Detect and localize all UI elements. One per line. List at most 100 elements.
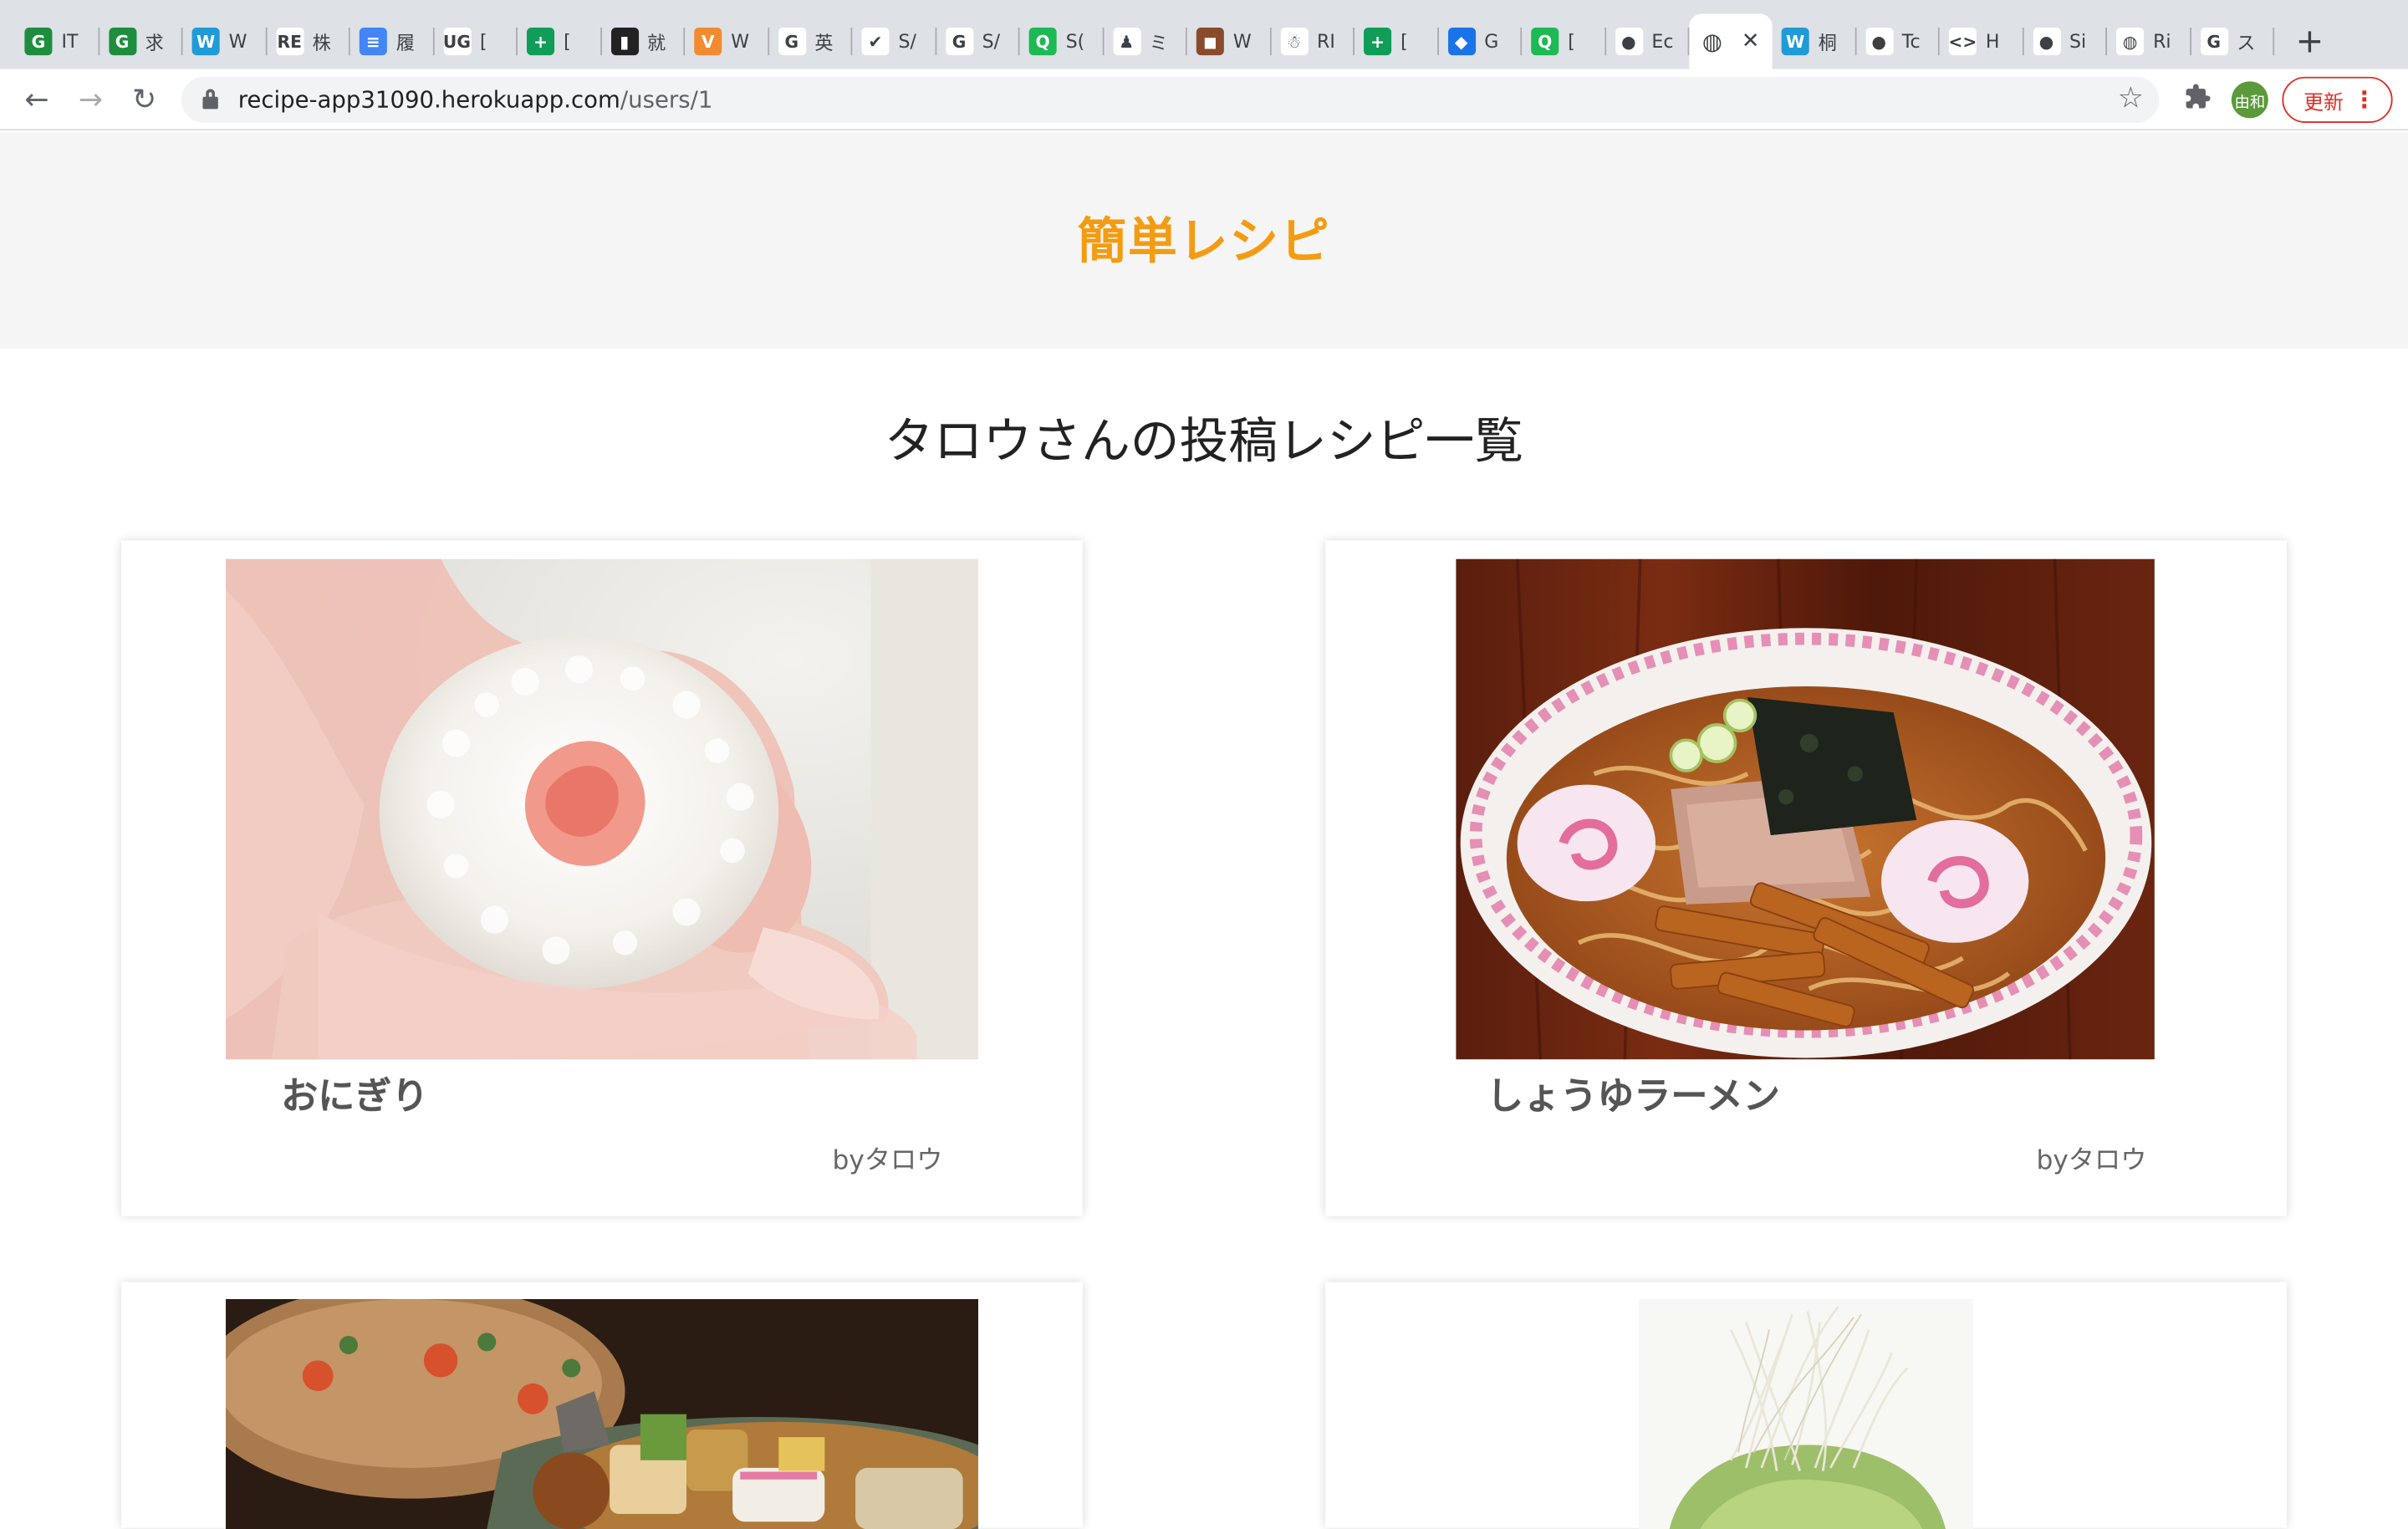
browser-tab[interactable]: ♟ ミ — [1104, 14, 1187, 69]
tab-title: [ — [1400, 30, 1408, 53]
browser-tab[interactable]: ● Si — [2023, 14, 2107, 69]
tab-title: ス — [2237, 31, 2256, 54]
photo-icon: ◼ — [1196, 28, 1224, 56]
browser-tab[interactable]: ● Ec — [1605, 14, 1689, 69]
site-logo[interactable]: 簡単レシピ — [1077, 202, 1330, 273]
green-g-icon: G — [24, 28, 53, 56]
code-icon: <> — [1948, 28, 1977, 56]
browser-tab[interactable]: RE 株 — [267, 14, 350, 69]
re-icon: RE — [275, 28, 304, 56]
browser-tab[interactable]: ◍ Ri — [2107, 14, 2191, 69]
browser-tab[interactable]: WW — [183, 14, 267, 69]
recipe-name[interactable]: しょうゆラーメン — [1487, 1066, 1780, 1119]
tab-title: [ — [1568, 30, 1575, 53]
tab-title: S/ — [898, 30, 916, 53]
tab-title: RI — [1317, 30, 1335, 53]
recipe-author: byタロウ — [2036, 1145, 2147, 1176]
reload-icon[interactable]: ↻ — [123, 79, 166, 121]
browser-tab[interactable]: G求 — [99, 14, 182, 69]
browser-tab-active[interactable]: ◍ ✕ — [1689, 13, 1773, 69]
browser-tab[interactable]: G S/ — [936, 14, 1019, 69]
recipe-name[interactable]: おにぎり — [281, 1066, 428, 1119]
tab-title: Tc — [1901, 30, 1921, 53]
recipe-card[interactable]: しょうゆラーメン byタロウ — [1325, 540, 2287, 1216]
browser-toolbar: ← → ↻ recipe-app31090.herokuapp.com/user… — [0, 69, 2408, 131]
recipe-card[interactable]: おにぎり byタロウ — [121, 540, 1083, 1216]
tab-title: IT — [61, 30, 79, 53]
github-icon: ● — [2032, 28, 2060, 56]
browser-tab[interactable]: Gス — [2191, 14, 2274, 69]
back-icon[interactable]: ← — [15, 79, 58, 121]
figure-icon: ♟ — [1112, 28, 1140, 56]
oden-photo[interactable] — [226, 1298, 978, 1529]
browser-tab[interactable]: +[ — [518, 14, 601, 69]
v-icon: V — [694, 28, 722, 56]
site-header: 簡単レシピ — [0, 131, 2408, 349]
github-icon: ● — [1615, 28, 1643, 56]
update-button[interactable]: 更新 ⋮ — [2282, 76, 2393, 123]
browser-tab[interactable]: ≡ 履 — [350, 14, 434, 69]
profile-avatar[interactable]: 由和 — [2231, 81, 2268, 119]
q-icon: Q — [1531, 28, 1559, 56]
globe-icon: ◍ — [1701, 28, 1722, 56]
browser-tab[interactable]: +[ — [1354, 14, 1438, 69]
menu-kebab-icon[interactable]: ⋮ — [2353, 86, 2376, 114]
browser-tab[interactable]: Q[ — [1522, 14, 1605, 69]
url-host: recipe-app31090.herokuapp.com — [237, 85, 620, 114]
address-bar[interactable]: recipe-app31090.herokuapp.com/users/1 ☆ — [181, 76, 2160, 123]
recipe-card[interactable] — [121, 1282, 1083, 1529]
browser-tab[interactable]: G英 — [768, 14, 852, 69]
globe-icon: ◍ — [2116, 28, 2145, 56]
browser-tab[interactable]: ▮ 就 — [601, 14, 685, 69]
url-path: /users/1 — [620, 85, 713, 114]
book-icon: ▮ — [610, 28, 639, 56]
tab-title: [ — [564, 30, 571, 53]
update-label: 更新 — [2303, 91, 2344, 115]
lock-icon[interactable] — [202, 89, 218, 110]
browser-tab[interactable]: Q S( — [1020, 14, 1104, 69]
tab-title: 就 — [647, 31, 666, 54]
page-title: タロウさんの投稿レシピ一覧 — [884, 411, 1524, 471]
tab-title: S/ — [982, 30, 1001, 53]
tab-title: Si — [2069, 30, 2087, 53]
tab-title: [ — [479, 30, 487, 53]
recipe-card[interactable] — [1325, 1282, 2287, 1529]
santa-icon: ☃ — [1279, 28, 1308, 56]
browser-tab[interactable]: ✔ S/ — [852, 14, 936, 69]
tab-title: Ec — [1651, 30, 1674, 53]
browser-tab[interactable]: ☃ RI — [1271, 14, 1354, 69]
browser-tab[interactable]: ◆ G — [1438, 14, 1522, 69]
tab-title: 履 — [395, 31, 415, 54]
sheets-icon: + — [527, 28, 555, 56]
browser-tab[interactable]: <> H — [1940, 14, 2023, 69]
github-icon: ● — [1865, 28, 1893, 56]
browser-tab[interactable]: G IT — [15, 14, 99, 69]
close-tab-icon[interactable]: ✕ — [1742, 29, 1760, 54]
tab-title: 株 — [312, 31, 331, 54]
ramen-photo[interactable] — [1456, 558, 2155, 1060]
tab-title: Ri — [2153, 30, 2171, 53]
sheets-icon: + — [1364, 28, 1392, 56]
salad-photo[interactable] — [1638, 1298, 1974, 1529]
onigiri-photo[interactable] — [226, 558, 978, 1060]
forward-icon[interactable]: → — [69, 79, 112, 121]
tab-title: H — [1985, 30, 2000, 53]
tab-strip: G IT G 求 W W RE 株 ≡ 履 UG[+[▮ 就 V W G 英 ✔ S/G S/Q S(♟ ミ ◼ W ☃ RI +… — [0, 0, 2408, 69]
browser-tab[interactable]: VW — [685, 14, 768, 69]
w-icon: W — [1781, 28, 1809, 56]
browser-tab[interactable]: W桐 — [1773, 14, 1856, 69]
green-g-icon: G — [108, 28, 136, 56]
url-text[interactable]: recipe-app31090.herokuapp.com/users/1 — [238, 86, 713, 114]
browser-tab[interactable]: ● Tc — [1856, 14, 1940, 69]
tab-title: ミ — [1149, 31, 1168, 54]
tab-title: 桐 — [1818, 31, 1837, 54]
browser-tab[interactable]: ◼ W — [1187, 14, 1271, 69]
google-icon: G — [2200, 28, 2228, 56]
tab-title: 求 — [145, 31, 164, 54]
tab-title: W — [228, 30, 247, 53]
new-tab-plus-icon[interactable]: + — [2283, 14, 2335, 69]
blue-square-icon: ◆ — [1447, 28, 1476, 56]
browser-tab[interactable]: UG [ — [434, 14, 518, 69]
bookmark-star-icon[interactable]: ☆ — [2118, 81, 2144, 115]
extensions-puzzle-icon[interactable] — [2181, 83, 2214, 116]
